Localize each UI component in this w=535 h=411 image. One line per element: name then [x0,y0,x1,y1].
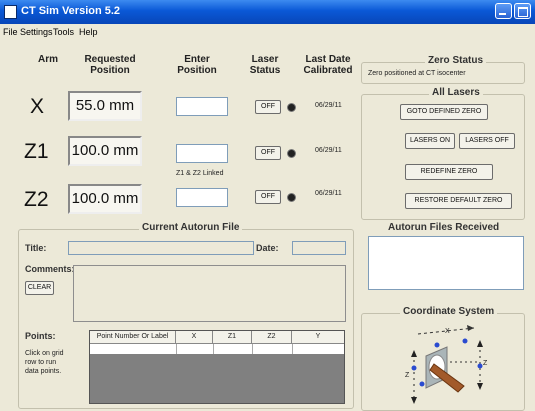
x-axis-label: X [445,328,450,335]
header-enter-position: Enter Position [177,54,217,76]
restore-button[interactable] [514,3,531,19]
title-label: Title: [25,243,47,253]
laser-indicator-x-icon [287,103,296,112]
header-arm: Arm [37,54,58,65]
column-header[interactable]: Y [292,331,344,343]
title-input[interactable] [68,241,254,255]
lasers-on-button[interactable]: LASERS ON [405,133,455,149]
zero-status-title: Zero Status [425,55,487,66]
restore-default-zero-button[interactable]: RESTORE DEFAULT ZERO [405,193,512,209]
requested-position-x: 55.0 mm [68,91,142,121]
grid-hint: Click on grid row to run data points. [25,350,64,375]
linked-note: Z1 & Z2 Linked [176,170,224,177]
clear-button[interactable]: CLEAR [25,281,54,295]
laser-toggle-z2[interactable]: OFF [255,190,281,204]
header-last-date: Last Date Calibrated [303,54,353,76]
all-lasers-title: All Lasers [429,87,483,98]
title-bar[interactable]: CT Sim Version 5.2 [0,0,535,24]
grid-header: Point Number Or Label X Z1 Z2 Y [90,331,344,344]
cell-divider [213,344,214,354]
laser-toggle-z1[interactable]: OFF [255,146,281,160]
laser-indicator-z1-icon [287,149,296,158]
menu-settings[interactable]: Settings [20,27,53,37]
goto-defined-zero-button[interactable]: GOTO DEFINED ZERO [400,104,488,120]
column-header[interactable]: Z1 [213,331,252,343]
table-row[interactable] [90,344,344,354]
menu-tools[interactable]: Tools [53,27,74,37]
coordinate-system-title: Coordinate System [400,306,498,317]
axis-label-x: X [30,95,45,118]
points-label: Points: [25,331,56,341]
calibration-date-z1: 06/29/11 [315,147,342,154]
autorun-title: Current Autorun File [139,222,243,233]
points-grid[interactable]: Point Number Or Label X Z1 Z2 Y [89,330,345,404]
comments-label: Comments: [25,264,75,274]
calibration-date-x: 06/29/11 [315,102,342,109]
laser-toggle-x[interactable]: OFF [255,100,281,114]
calibration-date-z2: 06/29/11 [315,190,342,197]
cell-divider [292,344,293,354]
enter-position-x[interactable] [176,97,228,116]
laser-indicator-z2-icon [287,193,296,202]
date-input[interactable] [292,241,346,255]
column-header[interactable]: X [176,331,213,343]
lasers-off-button[interactable]: LASERS OFF [459,133,515,149]
menu-help[interactable]: Help [79,27,98,37]
requested-position-z2: 100.0 mm [68,184,142,214]
cell-divider [252,344,253,354]
column-header[interactable]: Point Number Or Label [90,331,176,343]
coordinate-diagram: X Z Z [398,320,490,406]
enter-position-z2[interactable] [176,188,228,207]
enter-position-z1[interactable] [176,144,228,163]
axis-label-z1: Z1 [24,140,49,163]
coordinate-system-icon [411,325,483,404]
received-title: Autorun Files Received [385,222,503,233]
menu-bar: File Settings Tools Help [0,24,535,40]
app-icon [4,5,17,19]
z-axis-label-right: Z [483,360,488,367]
z-axis-label-left: Z [405,372,410,379]
zero-status-text: Zero positioned at CT isocenter [368,70,466,77]
main-window: CT Sim Version 5.2 File Settings Tools H… [0,0,535,411]
date-label: Date: [256,243,279,253]
menu-file[interactable]: File [3,27,18,37]
header-requested-position: Requested Position [84,54,136,76]
header-laser-status: Laser Status [249,54,281,76]
received-list[interactable] [368,236,524,290]
requested-position-z1: 100.0 mm [68,136,142,166]
axis-label-z2: Z2 [24,188,49,211]
column-header[interactable]: Z2 [252,331,292,343]
cell-divider [176,344,177,354]
comments-textarea[interactable] [73,265,346,322]
minimize-button[interactable] [495,3,512,19]
window-title: CT Sim Version 5.2 [21,5,121,17]
redefine-zero-button[interactable]: REDEFINE ZERO [405,164,493,180]
